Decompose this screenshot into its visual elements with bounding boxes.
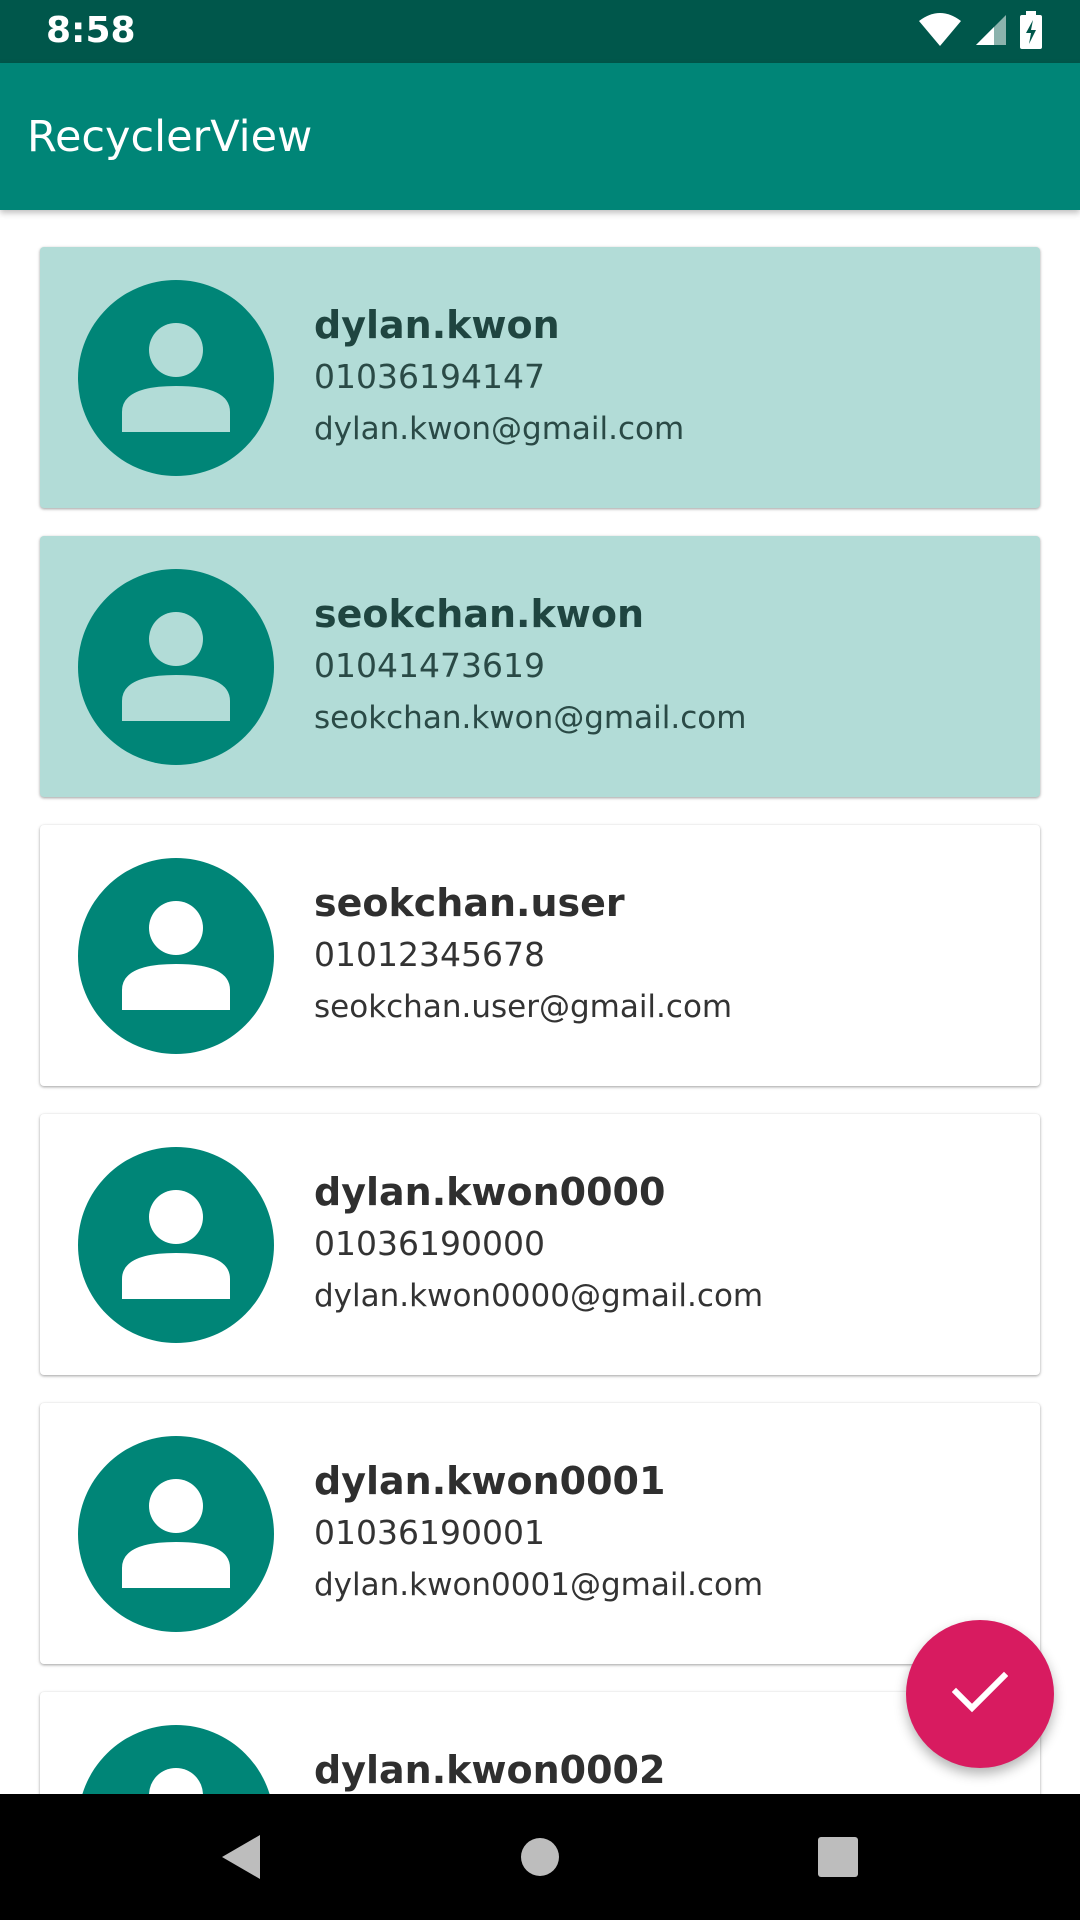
contact-email: dylan.kwon0000@gmail.com [314,1278,764,1314]
contact-name: seokchan.kwon [314,592,645,636]
avatar-icon [78,1725,274,1794]
wifi-icon [918,13,962,51]
battery-charging-icon [1020,11,1042,53]
contact-name: dylan.kwon0001 [314,1459,666,1503]
contact-email: dylan.kwon@gmail.com [314,411,685,447]
contact-name: dylan.kwon0000 [314,1170,666,1214]
contact-card[interactable]: dylan.kwon 01036194147 dylan.kwon@gmail.… [40,247,1040,508]
check-icon [951,1670,1009,1718]
page-title: RecyclerView [27,112,313,162]
contact-phone: 01036194147 [314,357,545,396]
recents-icon[interactable] [808,1827,868,1887]
contact-list[interactable]: dylan.kwon 01036194147 dylan.kwon@gmail.… [0,210,1080,1794]
status-bar: 8:58 [0,0,1080,63]
contact-email: dylan.kwon0001@gmail.com [314,1567,764,1603]
contact-card[interactable]: seokchan.user 01012345678 seokchan.user@… [40,825,1040,1086]
status-time: 8:58 [46,10,136,51]
avatar-icon [78,1436,274,1632]
avatar-icon [78,280,274,476]
avatar-icon [78,569,274,765]
contact-card[interactable]: seokchan.kwon 01041473619 seokchan.kwon@… [40,536,1040,797]
contact-phone: 01036190000 [314,1224,545,1263]
contact-phone: 01041473619 [314,646,545,685]
contact-card[interactable]: dylan.kwon0002 [40,1692,1040,1794]
avatar-icon [78,858,274,1054]
status-icons [918,11,1042,53]
contact-name: dylan.kwon [314,303,560,347]
cellular-signal-icon [974,13,1008,51]
app-bar: RecyclerView [0,63,1080,210]
contact-name: dylan.kwon0002 [314,1748,666,1792]
confirm-fab-button[interactable] [906,1620,1054,1768]
contact-email: seokchan.user@gmail.com [314,989,733,1025]
contact-card[interactable]: dylan.kwon0001 01036190001 dylan.kwon000… [40,1403,1040,1664]
contact-phone: 01036190001 [314,1513,545,1552]
navigation-bar [0,1794,1080,1920]
back-icon[interactable] [212,1827,272,1887]
contact-name: seokchan.user [314,881,625,925]
avatar-icon [78,1147,274,1343]
contact-card[interactable]: dylan.kwon0000 01036190000 dylan.kwon000… [40,1114,1040,1375]
contact-email: seokchan.kwon@gmail.com [314,700,747,736]
home-icon[interactable] [510,1827,570,1887]
contact-phone: 01012345678 [314,935,545,974]
